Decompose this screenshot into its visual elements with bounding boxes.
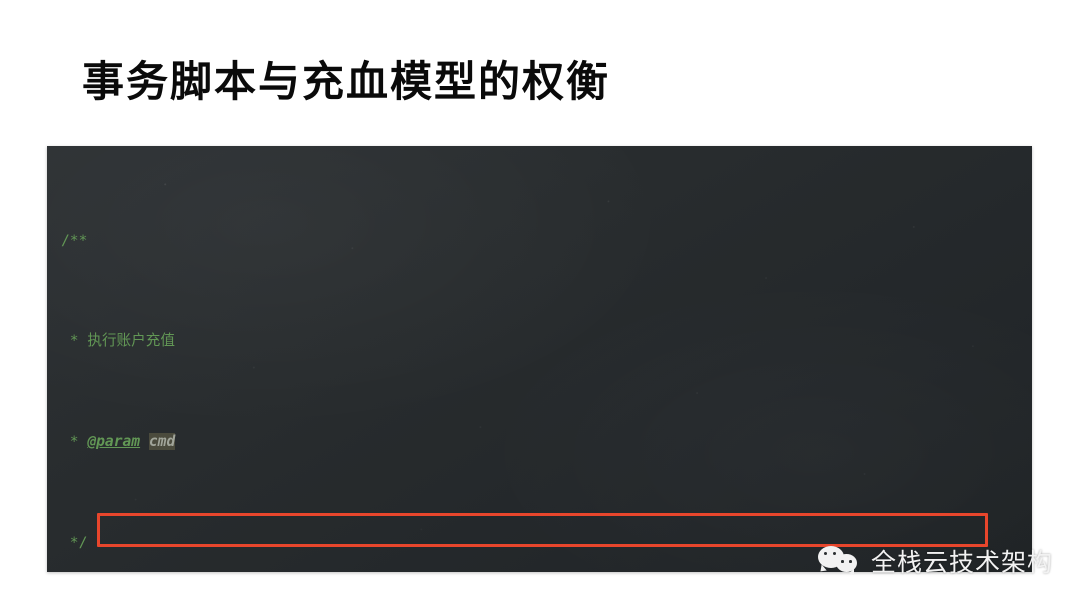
watermark: 全栈云技术架构 [818,543,1053,579]
wechat-dot [849,560,852,563]
code-screenshot-panel: /** * 执行账户充值 * @param cmd */ @Transactio… [47,146,1032,572]
wechat-bubble-small [836,554,857,575]
code-token-javadoc-star: * [61,433,88,451]
wechat-dot [841,560,844,563]
slide-root: 事务脚本与充血模型的权衡 /** * 执行账户充值 * @param cmd *… [0,0,1080,608]
code-token-javadoc-star: * [61,332,88,350]
watermark-text: 全栈云技术架构 [871,548,1054,577]
code-token-javadoc-param: cmd [148,433,176,451]
page-title: 事务脚本与充血模型的权衡 [82,57,611,106]
code-line: * 执行账户充值 [61,328,1028,353]
code-block: /** * 执行账户充值 * @param cmd */ @Transactio… [61,152,1028,572]
code-token-javadoc-open: /** [61,231,88,249]
code-token-javadoc-text: 执行账户充值 [87,332,175,350]
wechat-icon [818,545,862,577]
code-line: * @param cmd [61,429,1028,454]
code-token-javadoc-close: */ [61,534,88,551]
code-line: /** [61,228,1028,253]
code-token-javadoc-tag: @param [87,433,141,451]
